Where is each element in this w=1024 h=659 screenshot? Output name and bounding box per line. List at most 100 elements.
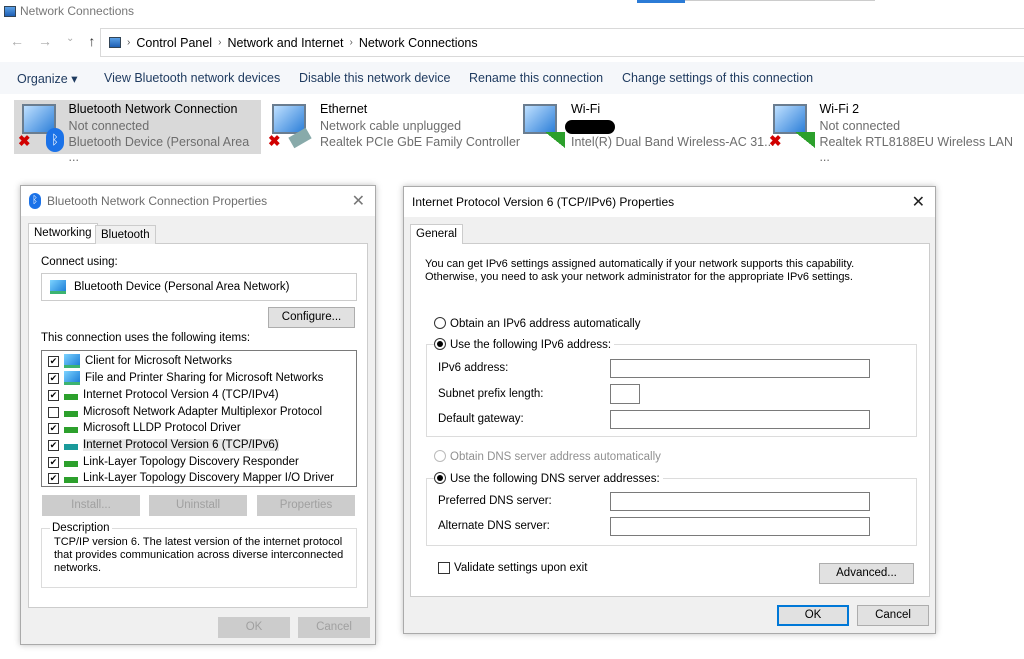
list-item[interactable]: ✔ Internet Protocol Version 4 (TCP/IPv4)	[48, 387, 279, 403]
command-bar: Organize ▾ View Bluetooth network device…	[0, 62, 1024, 94]
items-list[interactable]: ✔ Client for Microsoft Networks ✔ File and…	[41, 350, 357, 487]
wifi-icon	[519, 102, 565, 152]
alternate-dns-label: Alternate DNS server:	[438, 520, 550, 532]
use-following-ipv6-radio[interactable]: Use the following IPv6 address:	[434, 338, 615, 351]
window-title: Network Connections	[4, 4, 134, 18]
install-button[interactable]: Install...	[42, 495, 140, 516]
connection-bluetooth[interactable]: ✖ ᛒ Bluetooth Network Connection Not conne…	[14, 100, 261, 164]
advanced-button[interactable]: Advanced...	[819, 563, 914, 584]
intro-text: You can get IPv6 settings assigned autom…	[425, 258, 855, 283]
alternate-dns-input[interactable]	[610, 517, 870, 536]
recent-icon[interactable]: ⌄	[66, 33, 74, 49]
properties-button[interactable]: Properties	[257, 495, 355, 516]
list-item-selected[interactable]: ✔ Internet Protocol Version 6 (TCP/IPv6)	[48, 437, 279, 453]
ok-button[interactable]: OK	[218, 617, 290, 638]
list-item[interactable]: ✔ Link-Layer Topology Discovery Responder	[48, 454, 299, 470]
sharing-icon	[64, 371, 80, 385]
description-text: TCP/IP version 6. The latest version of …	[54, 536, 344, 574]
checkbox[interactable]	[48, 406, 59, 418]
rename-connection-button[interactable]: Rename this connection	[469, 71, 603, 85]
breadcrumb[interactable]: › Control Panel › Network and Internet › Ne…	[100, 28, 1024, 57]
redaction-mark	[565, 120, 615, 134]
radio[interactable]	[434, 450, 446, 462]
adapter-field: Bluetooth Device (Personal Area Network)	[41, 273, 357, 301]
view-bluetooth-devices-button[interactable]: View Bluetooth network devices	[104, 71, 280, 85]
validate-settings-checkbox[interactable]: Validate settings upon exit	[438, 562, 587, 574]
up-icon[interactable]: ↑	[88, 33, 95, 49]
checkbox[interactable]: ✔	[48, 355, 59, 367]
list-item[interactable]: ✔ Microsoft LLDP Protocol Driver	[48, 420, 241, 436]
checkbox[interactable]: ✔	[48, 389, 59, 401]
breadcrumb-item[interactable]: Network and Internet	[227, 36, 343, 50]
connection-wifi[interactable]: Wi-Fi Intel(R) Dual Band Wireless-AC 31..…	[515, 100, 779, 154]
configure-button[interactable]: Configure...	[268, 307, 355, 328]
adapter-icon	[50, 280, 66, 294]
disable-device-button[interactable]: Disable this network device	[299, 71, 450, 85]
list-item[interactable]: Microsoft Network Adapter Multiplexor Pr…	[48, 404, 322, 420]
forward-icon[interactable]: →	[38, 33, 52, 49]
ipv6-address-label: IPv6 address:	[438, 362, 509, 374]
ipv6-properties-dialog: Internet Protocol Version 6 (TCP/IPv6) P…	[403, 186, 936, 634]
checkbox[interactable]: ✔	[48, 472, 59, 484]
subnet-prefix-input[interactable]	[610, 384, 640, 404]
breadcrumb-item[interactable]: Control Panel	[136, 36, 212, 50]
tab-networking[interactable]: Networking	[28, 223, 98, 243]
ipv6-address-input[interactable]	[610, 359, 870, 378]
client-icon	[64, 354, 80, 368]
protocol-icon	[64, 423, 78, 433]
connection-ethernet[interactable]: ✖ Ethernet Network cable unplugged Realtek…	[264, 100, 524, 154]
dialog-titlebar: Internet Protocol Version 6 (TCP/IPv6) P…	[404, 187, 935, 217]
wifi-icon: ✖	[769, 102, 815, 152]
bluetooth-properties-dialog: ᛒ Bluetooth Network Connection Propertie…	[20, 185, 376, 645]
items-label: This connection uses the following items…	[41, 332, 251, 344]
close-icon[interactable]: ✕	[912, 192, 925, 212]
radio[interactable]	[434, 317, 446, 329]
protocol-icon	[64, 440, 78, 450]
bluetooth-connection-icon: ✖ ᛒ	[18, 102, 64, 152]
radio-selected[interactable]	[434, 472, 446, 484]
nav-buttons: ← → ⌄ ↑	[10, 33, 95, 49]
uninstall-button[interactable]: Uninstall	[149, 495, 247, 516]
radio-selected[interactable]	[434, 338, 446, 350]
tab-bluetooth[interactable]: Bluetooth	[95, 225, 156, 244]
checkbox[interactable]: ✔	[48, 372, 59, 384]
default-gateway-label: Default gateway:	[438, 413, 524, 425]
connection-wifi-2[interactable]: ✖ Wi-Fi 2 Not connected Realtek RTL8188EU …	[765, 100, 1024, 164]
top-divider	[685, 0, 875, 1]
connect-using-label: Connect using:	[41, 256, 118, 268]
breadcrumb-item[interactable]: Network Connections	[359, 36, 478, 50]
organize-menu[interactable]: Organize ▾	[17, 71, 77, 86]
back-icon[interactable]: ←	[10, 33, 24, 49]
control-panel-icon	[109, 37, 121, 48]
use-following-dns-radio[interactable]: Use the following DNS server addresses:	[434, 472, 663, 485]
protocol-icon	[64, 390, 78, 400]
list-item[interactable]: ✔ File and Printer Sharing for Microsoft …	[48, 370, 323, 386]
ethernet-icon: ✖	[268, 102, 314, 152]
dialog-titlebar: ᛒ Bluetooth Network Connection Propertie…	[21, 186, 375, 216]
protocol-icon	[64, 457, 78, 467]
checkbox[interactable]: ✔	[48, 439, 59, 451]
protocol-icon	[64, 473, 78, 483]
list-item[interactable]: ✔ Client for Microsoft Networks	[48, 353, 232, 369]
protocol-icon	[64, 407, 78, 417]
obtain-dns-auto-radio[interactable]: Obtain DNS server address automatically	[434, 450, 661, 463]
tab-general[interactable]: General	[410, 224, 463, 244]
default-gateway-input[interactable]	[610, 410, 870, 429]
cancel-button[interactable]: Cancel	[857, 605, 929, 626]
subnet-prefix-label: Subnet prefix length:	[438, 388, 544, 400]
obtain-ipv6-auto-radio[interactable]: Obtain an IPv6 address automatically	[434, 317, 641, 330]
cancel-button[interactable]: Cancel	[298, 617, 370, 638]
checkbox[interactable]: ✔	[48, 422, 59, 434]
list-item[interactable]: ✔ Link-Layer Topology Discovery Mapper I/…	[48, 470, 334, 486]
close-icon[interactable]: ✕	[352, 191, 365, 211]
network-connections-icon	[4, 5, 16, 17]
change-settings-button[interactable]: Change settings of this connection	[622, 71, 813, 85]
description-group: Description TCP/IP version 6. The latest…	[41, 522, 357, 588]
preferred-dns-input[interactable]	[610, 492, 870, 511]
ok-button[interactable]: OK	[777, 605, 849, 626]
top-accent	[637, 0, 685, 3]
checkbox[interactable]: ✔	[48, 456, 59, 468]
checkbox[interactable]	[438, 562, 450, 574]
bluetooth-icon: ᛒ	[29, 193, 41, 209]
preferred-dns-label: Preferred DNS server:	[438, 495, 552, 507]
